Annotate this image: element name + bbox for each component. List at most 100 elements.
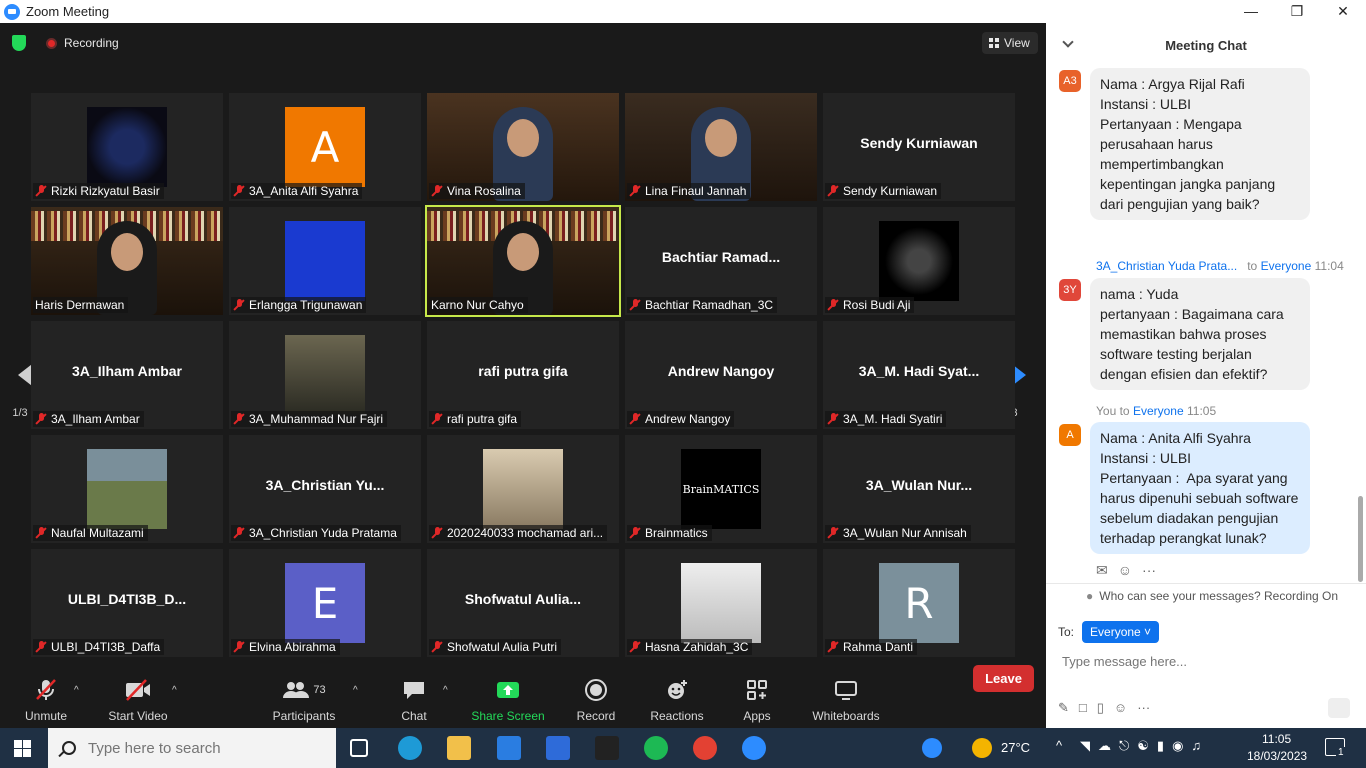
participant-tile[interactable]: Karno Nur Cahyo (425, 205, 621, 317)
message-bubble[interactable]: nama : Yuda pertanyaan : Bagaimana cara … (1090, 278, 1310, 390)
windows-start-icon[interactable] (14, 740, 31, 757)
task-view-icon[interactable] (350, 739, 368, 757)
format-text-icon[interactable]: ✎ (1058, 700, 1069, 716)
chat-message-input[interactable] (1062, 651, 1352, 671)
security-shield-icon[interactable] (12, 35, 26, 51)
participant-tile[interactable]: A 3A_Anita Alfi Syahra (229, 93, 421, 201)
participant-tile[interactable]: Hasna Zahidah_3C (625, 549, 817, 657)
chat-button[interactable]: Chat (398, 675, 430, 728)
participant-tile[interactable]: BrainMATICS Brainmatics (625, 435, 817, 543)
participant-tile[interactable]: Erlangga Trigunawan (229, 207, 421, 315)
message-target: Everyone (1260, 259, 1312, 273)
spotify-icon[interactable] (644, 736, 668, 760)
recording-label[interactable]: Recording (64, 36, 119, 50)
screenshot-icon[interactable]: □ (1079, 700, 1087, 716)
weather-icon[interactable] (972, 738, 992, 758)
participant-tile[interactable]: Shofwatul Aulia... Shofwatul Aulia Putri (427, 549, 619, 657)
video-options-caret-icon[interactable]: ^ (172, 685, 177, 696)
participant-tile[interactable]: 2020240033 mochamad ari... (427, 435, 619, 543)
participant-name: Brainmatics (645, 526, 708, 540)
unmute-button[interactable]: Unmute (20, 675, 72, 728)
message-bubble[interactable]: Nama : Argya Rijal Rafi Instansi : ULBI … (1090, 68, 1310, 220)
emoji-icon[interactable]: ☺ (1114, 700, 1127, 716)
recipient-value: Everyone (1090, 625, 1141, 639)
participant-tile[interactable]: Naufal Multazami (31, 435, 223, 543)
participants-options-caret-icon[interactable]: ^ (353, 685, 358, 696)
recipient-select[interactable]: Everyone ˅ (1082, 621, 1160, 643)
zoom-taskbar-icon[interactable] (742, 736, 766, 760)
apps-icon (746, 675, 768, 705)
app-icon[interactable] (595, 736, 619, 760)
chat-options-caret-icon[interactable]: ^ (443, 685, 448, 696)
file-explorer-icon[interactable] (447, 736, 471, 760)
minimize-button[interactable]: — (1228, 0, 1274, 23)
participant-tile[interactable]: Rosi Budi Aji (823, 207, 1015, 315)
participant-tile[interactable]: Haris Dermawan (31, 207, 223, 315)
participant-display-name: Sendy Kurniawan (860, 135, 978, 151)
file-icon[interactable]: ▯ (1097, 700, 1104, 716)
participant-nameplate: 2020240033 mochamad ari... (429, 525, 608, 541)
record-button[interactable]: Record (576, 675, 616, 728)
participant-nameplate: Lina Finaul Jannah (627, 183, 751, 199)
clock-time[interactable]: 11:05 (1262, 732, 1291, 746)
message-bubble[interactable]: Nama : Anita Alfi Syahra Instansi : ULBI… (1090, 422, 1310, 554)
participant-nameplate: 3A_M. Hadi Syatiri (825, 411, 947, 427)
tray-chevron-icon[interactable]: ^ (1056, 738, 1062, 753)
participant-tile[interactable]: Vina Rosalina (427, 93, 619, 201)
privacy-notice[interactable]: ● Who can see your messages? Recording O… (1046, 583, 1366, 607)
participant-tile[interactable]: Sendy Kurniawan Sendy Kurniawan (823, 93, 1015, 201)
close-window-button[interactable]: ✕ (1320, 0, 1366, 23)
reactions-button[interactable]: Reactions (650, 675, 704, 728)
mail-icon[interactable] (497, 736, 521, 760)
zoom-logo-icon (4, 3, 20, 20)
participant-tile[interactable]: 3A_Ilham Ambar 3A_Ilham Ambar (31, 321, 223, 429)
dropbox-icon[interactable] (546, 736, 570, 760)
participant-tile[interactable]: Bachtiar Ramad... Bachtiar Ramadhan_3C (625, 207, 817, 315)
recording-dot-icon[interactable] (46, 38, 57, 49)
participant-tile[interactable]: 3A_Muhammad Nur Fajri (229, 321, 421, 429)
more-icon[interactable]: ··· (1142, 562, 1156, 579)
participant-tile[interactable]: Andrew Nangoy Andrew Nangoy (625, 321, 817, 429)
participant-tile[interactable]: 3A_Christian Yu... 3A_Christian Yuda Prat… (229, 435, 421, 543)
restore-button[interactable]: ❐ (1274, 0, 1320, 23)
send-button[interactable] (1328, 698, 1350, 718)
person-face (705, 119, 737, 157)
apps-button[interactable]: Apps (740, 675, 774, 728)
edge-browser-icon[interactable] (398, 736, 422, 760)
clock-date[interactable]: 18/03/2023 (1247, 749, 1307, 763)
help-icon[interactable] (922, 738, 942, 758)
participant-tile[interactable]: Rizki Rizkyatul Basir (31, 93, 223, 201)
chrome-icon[interactable] (693, 736, 717, 760)
system-tray-icons[interactable]: ◥☁⎋☯▮◉♫ (1080, 738, 1209, 754)
profile-logo (87, 107, 167, 187)
participant-tile[interactable]: 3A_M. Hadi Syat... 3A_M. Hadi Syatiri (823, 321, 1015, 429)
add-reaction-icon[interactable]: ☺ (1118, 562, 1132, 579)
avatar: A (1059, 424, 1081, 446)
start-video-button[interactable]: Start Video (106, 675, 170, 728)
taskbar-search[interactable] (48, 728, 336, 768)
view-button[interactable]: View (982, 32, 1038, 54)
participants-label: Participants (272, 709, 336, 723)
message-sender[interactable]: 3A_Christian Yuda Prata... (1096, 259, 1237, 273)
audio-options-caret-icon[interactable]: ^ (74, 685, 79, 696)
participant-name: 3A_M. Hadi Syatiri (843, 412, 943, 426)
participant-tile[interactable]: 3A_Wulan Nur... 3A_Wulan Nur Annisah (823, 435, 1015, 543)
mic-muted-icon (35, 185, 47, 197)
chat-scrollbar[interactable] (1358, 62, 1363, 582)
participant-name: Andrew Nangoy (645, 412, 731, 426)
temperature[interactable]: 27°C (1001, 740, 1030, 755)
participant-tile[interactable]: E Elvina Abirahma (229, 549, 421, 657)
more-options-icon[interactable]: ··· (1137, 700, 1150, 716)
participant-tile[interactable]: rafi putra gifa rafi putra gifa (427, 321, 619, 429)
participant-tile[interactable]: ULBI_D4TI3B_D... ULBI_D4TI3B_Daffa (31, 549, 223, 657)
scrollbar-thumb[interactable] (1358, 496, 1363, 582)
participant-tile[interactable]: Lina Finaul Jannah (625, 93, 817, 201)
participants-button[interactable]: 73 Participants (270, 675, 338, 728)
whiteboards-button[interactable]: Whiteboards (810, 675, 882, 728)
reply-icon[interactable]: ✉ (1096, 562, 1108, 579)
leave-button[interactable]: Leave (973, 665, 1034, 692)
taskbar-search-input[interactable] (88, 739, 288, 757)
share-screen-button[interactable]: Share Screen (471, 675, 545, 728)
participant-tile[interactable]: R Rahma Danti (823, 549, 1015, 657)
meeting-area: Recording View 1/3 1/3 Rizki Rizkyatul B… (0, 23, 1046, 728)
